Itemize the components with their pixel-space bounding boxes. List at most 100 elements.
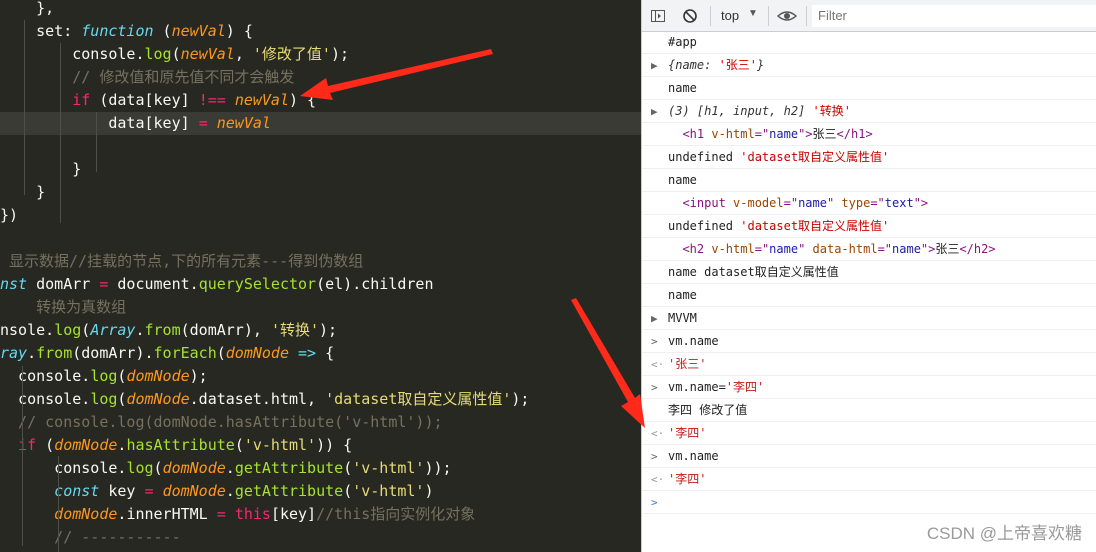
code-line[interactable]: domNode.innerHTML = this[key]//this指向实例化… [0, 503, 641, 526]
code-line[interactable]: console.log(domNode.dataset.html, 'datas… [0, 388, 641, 411]
expand-triangle-icon[interactable]: ▶ [651, 307, 658, 329]
code-token: hasAttribute [126, 436, 235, 454]
console-token: " [798, 242, 813, 256]
console-token: <h1 [682, 127, 712, 141]
console-message[interactable]: ▶ {name: '张三'} [642, 54, 1096, 77]
console-message[interactable]: > vm.name [642, 330, 1096, 353]
console-message[interactable]: undefined 'dataset取自定义属性值' [642, 215, 1096, 238]
console-message[interactable]: name [642, 284, 1096, 307]
console-message[interactable]: name [642, 169, 1096, 192]
code-line[interactable]: }, [0, 0, 641, 20]
indent-guide [24, 20, 25, 195]
console-token: '李四' [725, 380, 765, 394]
sidebar-toggle-icon[interactable] [650, 8, 666, 24]
code-token: forEach [153, 344, 217, 362]
console-message[interactable]: <· '张三' [642, 353, 1096, 376]
code-line[interactable]: ray.from(domArr).forEach(domNode => { [0, 342, 641, 365]
console-message[interactable]: 李四 修改了值 [642, 399, 1096, 422]
code-line[interactable]: console.log(newVal, '修改了值'); [0, 43, 641, 66]
code-line[interactable]: nsole.log(Array.from(domArr), '转换'); [0, 319, 641, 342]
console-message[interactable]: > vm.name='李四' [642, 376, 1096, 399]
code-token: }) [0, 206, 19, 224]
expand-triangle-icon[interactable]: ▶ [651, 100, 658, 122]
console-message-text: undefined 'dataset取自定义属性值' [668, 146, 889, 168]
console-message[interactable]: <· '李四' [642, 468, 1096, 491]
toolbar-divider [806, 6, 807, 26]
console-message[interactable]: undefined 'dataset取自定义属性值' [642, 146, 1096, 169]
console-token: MVVM [668, 311, 697, 325]
code-line[interactable]: if (data[key] !== newVal) { [0, 89, 641, 112]
console-message[interactable]: > [642, 491, 1096, 514]
context-selector[interactable]: top [721, 7, 739, 25]
code-line[interactable]: // console.log(domNode.hasAttribute('v-h… [0, 411, 641, 434]
console-message[interactable]: > vm.name [642, 445, 1096, 468]
console-message-text: 李四 修改了值 [668, 399, 747, 421]
console-message[interactable]: <· '李四' [642, 422, 1096, 445]
code-line[interactable]: // 修改值和原先值不同才会触发 [0, 66, 641, 89]
code-line[interactable]: if (domNode.hasAttribute('v-html')) { [0, 434, 641, 457]
code-token: getAttribute [234, 459, 344, 477]
code-token: ( [234, 436, 244, 454]
console-token: </h1> [836, 127, 873, 141]
code-line[interactable]: nst domArr = document.querySelector(el).… [0, 273, 641, 296]
console-message[interactable]: name [642, 77, 1096, 100]
eye-icon[interactable] [777, 8, 797, 24]
return-value-icon: <· [651, 358, 665, 371]
code-token: )) { [316, 436, 353, 454]
console-message-text: vm.name [668, 330, 719, 352]
console-token: </h2> [959, 242, 996, 256]
code-token: data[key] [0, 114, 199, 132]
code-line[interactable]: }) [0, 204, 641, 227]
code-token: ( [81, 321, 91, 339]
console-message[interactable]: <h1 v-html="name">张三</h1> [642, 123, 1096, 146]
code-line[interactable]: 转换为真数组 [0, 296, 641, 319]
code-token: !== [198, 91, 226, 109]
code-line[interactable] [0, 227, 641, 250]
code-token: log [90, 390, 118, 408]
console-token: v-model [733, 196, 784, 210]
code-token: // ----------- [0, 528, 181, 546]
code-token: ray [0, 344, 28, 362]
code-token: (el).children [316, 275, 434, 293]
code-line[interactable]: } [0, 181, 641, 204]
console-message-text: vm.name='李四' [668, 376, 765, 398]
console-messages: #app ▶ {name: '张三'} name ▶ (3) [h1, input, h2… [642, 31, 1096, 552]
chevron-down-icon[interactable]: ▼ [748, 8, 758, 19]
code-line[interactable]: 显示数据//挂载的节点,下的所有元素---得到伪数组 [0, 250, 641, 273]
code-line[interactable]: const key = domNode.getAttribute('v-html… [0, 480, 641, 503]
toolbar-divider [710, 6, 711, 26]
console-token: =" [754, 242, 770, 256]
expand-triangle-icon[interactable]: ▶ [651, 54, 658, 76]
indent-guide [22, 366, 23, 546]
code-token: 'dataset取自定义属性值' [325, 390, 512, 408]
console-message[interactable]: name dataset取自定义属性值 [642, 261, 1096, 284]
console-message-text: #app [668, 31, 697, 53]
code-token: if [0, 91, 91, 109]
code-token: from [36, 344, 73, 362]
console-token: v-html [711, 242, 755, 256]
code-token: domNode [126, 367, 190, 385]
code-line[interactable]: set: function (newVal) { [0, 20, 641, 43]
console-message[interactable]: <h2 v-html="name" data-html="name">张三</h… [642, 238, 1096, 261]
code-line[interactable]: console.log(domNode); [0, 365, 641, 388]
code-line[interactable]: // ----------- [0, 526, 641, 549]
console-token: name [769, 127, 799, 141]
code-token: log [54, 321, 82, 339]
filter-input[interactable]: Filter [812, 5, 1096, 27]
code-line[interactable]: console.log(domNode.getAttribute('v-html… [0, 457, 641, 480]
code-editor[interactable]: }, set: function (newVal) { console.log(… [0, 0, 641, 552]
code-token: nst [0, 275, 28, 293]
input-prompt-icon: > [651, 450, 658, 463]
console-toolbar: top ▼ Filter [642, 0, 1096, 32]
console-message[interactable]: #app [642, 31, 1096, 54]
console-message[interactable]: ▶ (3) [h1, input, h2] '转换' [642, 100, 1096, 123]
clear-console-icon[interactable] [682, 8, 698, 24]
console-token: =" [783, 196, 799, 210]
console-message-text: undefined 'dataset取自定义属性值' [668, 215, 889, 237]
code-token: = [198, 114, 208, 132]
console-message[interactable]: <input v-model="name" type="text"> [642, 192, 1096, 215]
console-message[interactable]: ▶ MVVM [642, 307, 1096, 330]
console-token: type [841, 196, 871, 210]
